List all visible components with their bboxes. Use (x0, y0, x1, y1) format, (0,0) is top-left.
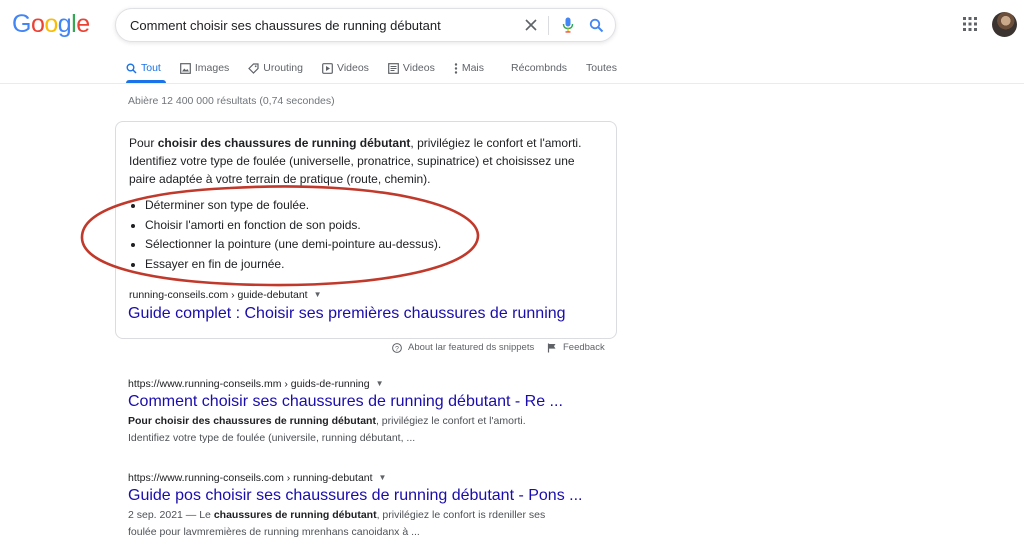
result-snippet-text: , privilégiez le confort is rdeniller se… (376, 509, 546, 521)
tab-label: Images (194, 62, 230, 74)
result-snippet: 2 sep. 2021 — Le chaussures de running d… (128, 507, 598, 541)
flag-icon (547, 343, 556, 352)
result-cite[interactable]: https://www.running-conseils.mm › guids-… (128, 378, 598, 390)
list-item: Choisir l'amorti en fonction de son poid… (145, 216, 441, 236)
tab-tout[interactable]: Tout (126, 58, 161, 78)
result-title-link[interactable]: Comment choisir ses chaussures de runnin… (128, 393, 598, 411)
result-date: 2 sep. 2021 — Le (128, 509, 214, 521)
result-url: https://www.running-conseils.com › runni… (128, 472, 373, 484)
help-icon: ? (392, 342, 402, 353)
result-snippet-line2: Identifiez votre type de foulée (univers… (128, 432, 416, 444)
snippet-cite[interactable]: running-conseils.com › guide-debutant ▼ (129, 289, 322, 301)
search-icon (126, 63, 137, 74)
tab-videos-2[interactable]: Videos (388, 58, 435, 78)
snippet-title-link[interactable]: Guide complet : Choisir ses premières ch… (128, 305, 566, 323)
list-item: Essayer en fin de journée. (145, 255, 441, 275)
tab-videos[interactable]: Videos (322, 58, 369, 78)
result-title-link[interactable]: Guide pos choisir ses chaussures de runn… (128, 487, 598, 505)
logo-letter: G (12, 10, 31, 38)
snippet-cite-text: running-conseils.com › guide-debutant (129, 289, 308, 301)
tabs-divider (0, 83, 1024, 84)
snippet-paragraph: Pour choisir des chaussures de running d… (129, 134, 604, 188)
result-snippet-text: , privilégiez le confort et l'amorti. (375, 415, 526, 427)
svg-text:?: ? (395, 345, 399, 352)
search-icon[interactable] (585, 14, 607, 36)
result-snippet-bold: chaussures de running débutant (213, 509, 377, 521)
result-url: https://www.running-conseils.mm › guids-… (128, 378, 370, 390)
snippet-text-bold: choisir des chaussures de running débuta… (157, 136, 411, 150)
snippet-text-pre: Pour (129, 136, 158, 150)
apps-grid-icon[interactable] (963, 17, 977, 31)
result-snippet: Pour choisir des chaussures de running d… (128, 413, 598, 447)
tab-toutes[interactable]: Toutes (586, 58, 617, 78)
result-snippet-bold: Pour choisir des chaussures de running d… (128, 415, 376, 427)
featured-snippet: Pour choisir des chaussures de running d… (115, 121, 617, 339)
tab-label: Mais (461, 62, 485, 74)
search-result: https://www.running-conseils.mm › guids-… (128, 378, 598, 447)
tab-images[interactable]: Images (179, 58, 230, 78)
search-result: https://www.running-conseils.com › runni… (128, 472, 598, 541)
about-label: About lar featured ds snippets (408, 342, 535, 353)
logo-letter: e (76, 10, 90, 38)
close-icon[interactable] (520, 14, 542, 36)
logo-letter: o (30, 10, 45, 38)
google-logo[interactable]: Google (12, 7, 90, 41)
video-icon (322, 62, 333, 74)
mic-icon[interactable] (557, 14, 579, 36)
feedback-link[interactable]: Feedback (547, 342, 605, 353)
search-box[interactable] (115, 8, 616, 42)
more-icon (454, 62, 458, 74)
tab-label: Urouting (263, 62, 303, 74)
news-icon (388, 62, 399, 74)
caret-down-icon[interactable]: ▼ (314, 290, 322, 299)
search-divider (548, 16, 549, 35)
tab-label: Récombnds (511, 62, 568, 74)
result-stats: Abière 12 400 000 résultats (0,74 second… (128, 95, 335, 107)
tab-recombnds[interactable]: Récombnds (511, 58, 567, 78)
tab-mais[interactable]: Mais (454, 58, 484, 78)
snippet-bullet-list: Déterminer son type de foulée. Choisir l… (129, 196, 441, 274)
tab-label: Videos (402, 62, 435, 74)
result-snippet-line2: foulée pour lavmremières de running mren… (128, 526, 420, 538)
caret-down-icon[interactable]: ▼ (379, 473, 387, 482)
result-cite[interactable]: https://www.running-conseils.com › runni… (128, 472, 598, 484)
logo-letter: o (44, 10, 58, 38)
about-snippets-link[interactable]: ? About lar featured ds snippets (392, 342, 534, 353)
tag-icon (248, 62, 259, 74)
logo-letter: g (57, 10, 72, 38)
tab-label: Videos (337, 62, 369, 74)
search-tabs: Tout Images Urouting Videos Videos Mais … (126, 58, 636, 82)
caret-down-icon[interactable]: ▼ (376, 379, 384, 388)
list-item: Déterminer son type de foulée. (145, 196, 441, 216)
list-item: Sélectionner la pointure (une demi-point… (145, 235, 441, 255)
feedback-label: Feedback (563, 342, 605, 353)
tab-urouting[interactable]: Urouting (248, 58, 303, 78)
tab-label: Toutes (586, 62, 617, 74)
tab-label: Tout (141, 62, 161, 74)
image-icon (179, 62, 191, 74)
avatar[interactable] (992, 12, 1017, 37)
search-input[interactable] (130, 9, 510, 41)
